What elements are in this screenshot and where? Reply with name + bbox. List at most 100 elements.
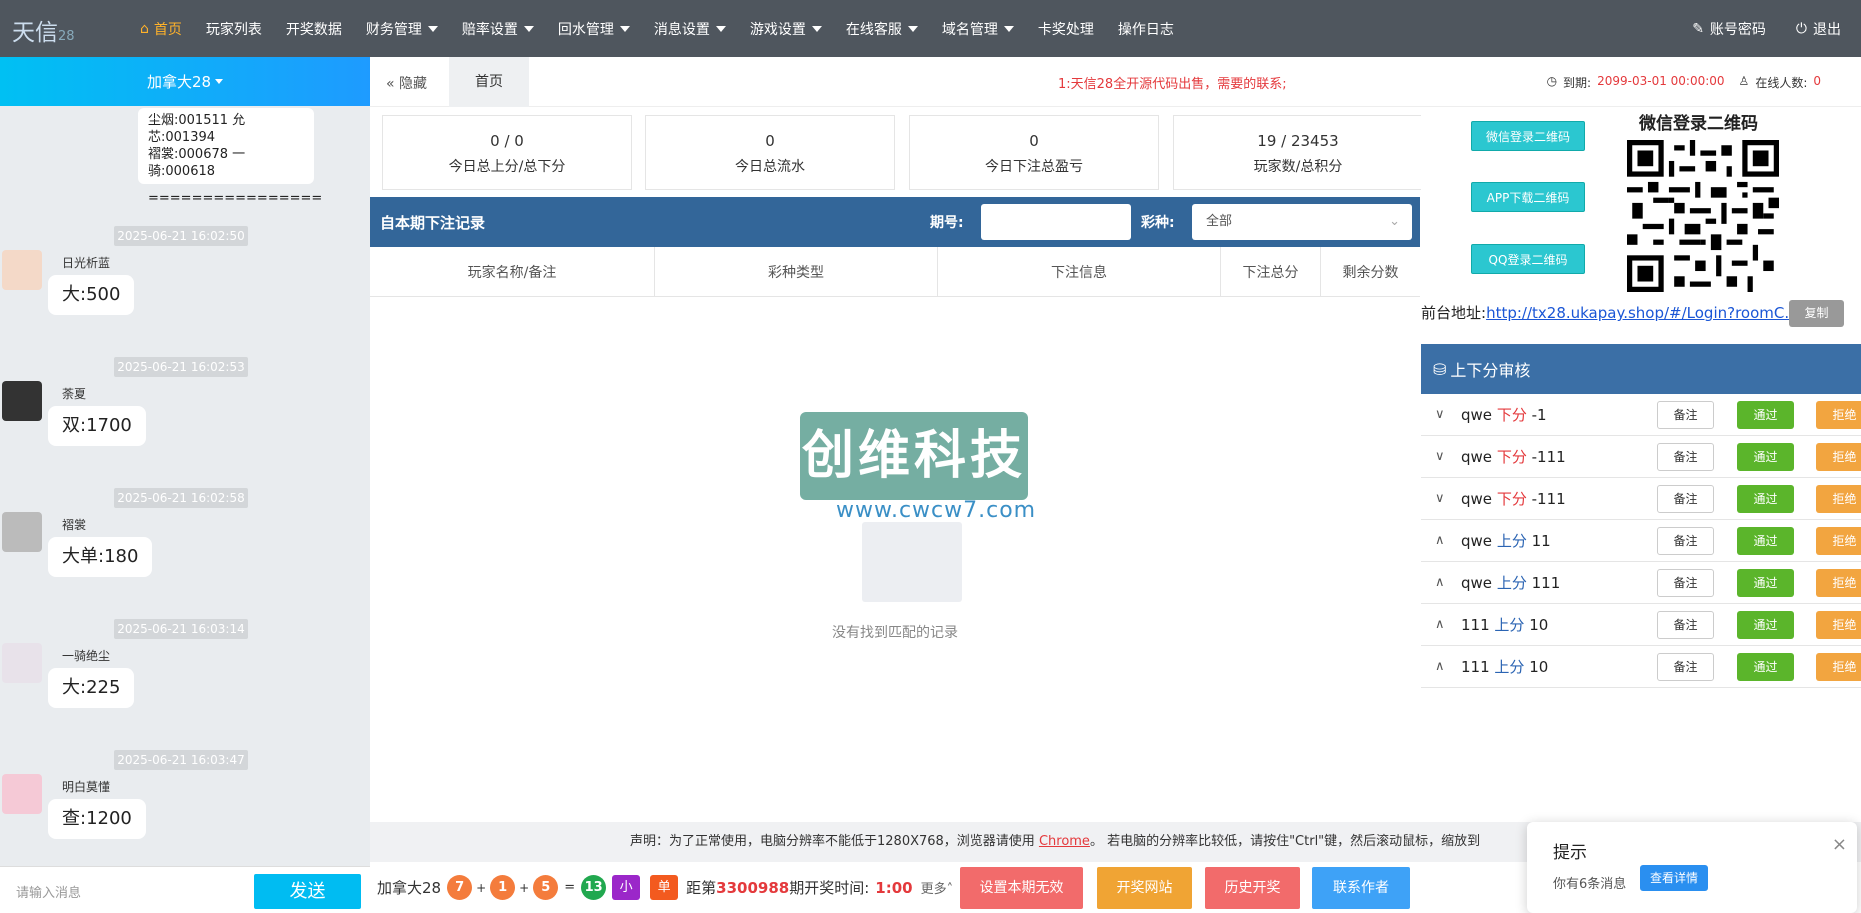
avatar[interactable]: [2, 774, 42, 814]
audit-row[interactable]: ∧ 111 上分 10 备注 通过 拒绝: [1421, 646, 1861, 688]
note-button[interactable]: 备注: [1657, 526, 1714, 555]
approve-button[interactable]: 通过: [1737, 442, 1794, 471]
note-button[interactable]: 备注: [1657, 652, 1714, 681]
avatar[interactable]: [2, 643, 42, 683]
audit-text: qwe 下分 -111: [1461, 488, 1566, 509]
nav-label: 开奖数据: [285, 21, 342, 38]
reject-button[interactable]: 拒绝: [1816, 526, 1861, 555]
audit-row[interactable]: ∧ qwe 上分 11 备注 通过 拒绝: [1421, 520, 1861, 562]
reject-button[interactable]: 拒绝: [1816, 400, 1861, 429]
approve-button[interactable]: 通过: [1737, 610, 1794, 639]
chevron-up-icon[interactable]: ∧: [1435, 659, 1445, 674]
room-selector[interactable]: 加拿大28: [0, 57, 370, 106]
chevron-down-icon[interactable]: ∨: [1435, 407, 1445, 422]
nav-messages[interactable]: 消息设置: [642, 19, 738, 39]
copy-button[interactable]: 复制: [1789, 300, 1844, 327]
chat-input[interactable]: 请输入消息: [16, 882, 81, 901]
caret-down-icon: [523, 25, 534, 32]
view-details-button[interactable]: 查看详情: [1640, 865, 1708, 891]
chat-message: 查:1200: [48, 799, 146, 839]
lottery-site-button[interactable]: 开奖网站: [1097, 867, 1192, 909]
avatar[interactable]: [2, 512, 42, 552]
audit-row[interactable]: ∧ qwe 上分 111 备注 通过 拒绝: [1421, 562, 1861, 604]
note-button[interactable]: 备注: [1657, 442, 1714, 471]
approve-button[interactable]: 通过: [1737, 568, 1794, 597]
note-button[interactable]: 备注: [1657, 568, 1714, 597]
audit-title: 上下分审核: [1450, 361, 1531, 380]
audit-row[interactable]: ∧ 111 上分 10 备注 通过 拒绝: [1421, 604, 1861, 646]
audit-amount: 10: [1529, 658, 1549, 676]
history-button[interactable]: 历史开奖: [1205, 867, 1300, 909]
audit-amount: -1: [1531, 406, 1547, 424]
column-header[interactable]: 下注总分: [1221, 247, 1321, 296]
nav-support[interactable]: 在线客服: [834, 19, 930, 39]
hide-sidebar-button[interactable]: « 隐藏: [386, 73, 427, 93]
nav-lottery-data[interactable]: 开奖数据: [274, 19, 354, 39]
chat-messages[interactable]: 尘烟:001511 允芯:001394 褶裳:000678 一骑:000618 …: [0, 106, 370, 866]
nav-logs[interactable]: 操作日志: [1106, 19, 1186, 39]
nav-odds[interactable]: 赔率设置: [450, 19, 546, 39]
chrome-link[interactable]: Chrome: [1039, 834, 1090, 849]
note-button[interactable]: 备注: [1657, 610, 1714, 639]
audit-text: qwe 上分 111: [1461, 572, 1560, 593]
nav-player-list[interactable]: 玩家列表: [194, 19, 274, 39]
lottery-type-select[interactable]: 全部 ⌄: [1192, 204, 1412, 240]
nav-home[interactable]: ⌂ 首页: [128, 19, 194, 39]
audit-row[interactable]: ∨ qwe 下分 -111 备注 通过 拒绝: [1421, 436, 1861, 478]
column-header[interactable]: 下注信息: [938, 247, 1221, 296]
top-right-actions: ✎ 账号密码 ⏻ 退出: [1692, 0, 1841, 57]
nav-domain[interactable]: 域名管理: [930, 19, 1026, 39]
audit-row[interactable]: ∨ qwe 下分 -111 备注 通过 拒绝: [1421, 478, 1861, 520]
chevron-up-icon[interactable]: ∧: [1435, 533, 1445, 548]
chevron-up-icon[interactable]: ∧: [1435, 575, 1445, 590]
nav-finance[interactable]: 财务管理: [354, 19, 450, 39]
caret-down-icon: [1003, 25, 1014, 32]
reject-button[interactable]: 拒绝: [1816, 568, 1861, 597]
wechat-qr-button[interactable]: 微信登录二维码: [1471, 121, 1585, 151]
reject-button[interactable]: 拒绝: [1816, 442, 1861, 471]
avatar[interactable]: [2, 250, 42, 290]
note-button[interactable]: 备注: [1657, 400, 1714, 429]
sum-ball: 13: [581, 875, 607, 900]
column-header[interactable]: 剩余分数: [1321, 247, 1420, 296]
avatar[interactable]: [2, 381, 42, 421]
reject-button[interactable]: 拒绝: [1816, 610, 1861, 639]
nav-game-settings[interactable]: 游戏设置: [738, 19, 834, 39]
approve-button[interactable]: 通过: [1737, 526, 1794, 555]
nav-stuck-prize[interactable]: 卡奖处理: [1026, 19, 1106, 39]
qq-qr-button[interactable]: QQ登录二维码: [1471, 244, 1585, 274]
approve-button[interactable]: 通过: [1737, 652, 1794, 681]
column-header[interactable]: 彩种类型: [655, 247, 938, 296]
close-icon[interactable]: ×: [1832, 834, 1847, 855]
reject-button[interactable]: 拒绝: [1816, 652, 1861, 681]
chevron-up-icon[interactable]: ∧: [1435, 617, 1445, 632]
nav-rebate[interactable]: 回水管理: [546, 19, 642, 39]
chat-bubble-line: ================: [148, 191, 323, 206]
app-logo[interactable]: 天信28: [12, 13, 75, 47]
frontend-url-link[interactable]: http://tx28.ukapay.shop/#/Login?roomC...: [1486, 304, 1799, 322]
period-input[interactable]: [981, 204, 1131, 240]
more-toggle[interactable]: 更多˄: [921, 878, 954, 897]
account-password-link[interactable]: ✎ 账号密码: [1692, 19, 1766, 39]
app-qr-button[interactable]: APP下载二维码: [1471, 182, 1585, 212]
nav-label: 游戏设置: [749, 21, 806, 38]
approve-button[interactable]: 通过: [1737, 484, 1794, 513]
tab-home[interactable]: 首页: [449, 57, 529, 107]
home-icon: ⌂: [140, 20, 149, 37]
chevron-down-icon[interactable]: ∨: [1435, 449, 1445, 464]
note-button[interactable]: 备注: [1657, 484, 1714, 513]
chat-message: 大单:180: [48, 537, 153, 577]
audit-row[interactable]: ∨ qwe 下分 -1 备注 通过 拒绝: [1421, 394, 1861, 436]
send-button[interactable]: 发送: [254, 874, 361, 909]
set-invalid-button[interactable]: 设置本期无效: [960, 867, 1083, 909]
chevron-down-icon[interactable]: ∨: [1435, 491, 1445, 506]
approve-button[interactable]: 通过: [1737, 400, 1794, 429]
expire-label: 到期:: [1563, 76, 1592, 90]
caret-down-icon: [427, 25, 438, 32]
column-header[interactable]: 玩家名称/备注: [370, 247, 655, 296]
contact-author-button[interactable]: 联系作者: [1312, 867, 1410, 909]
logout-link[interactable]: ⏻ 退出: [1796, 19, 1841, 39]
stat-card: 0 / 0 今日总上分/总下分: [382, 115, 632, 190]
reject-button[interactable]: 拒绝: [1816, 484, 1861, 513]
chat-bubble: 尘烟:001511 允芯:001394 褶裳:000678 一骑:000618 …: [138, 108, 322, 206]
